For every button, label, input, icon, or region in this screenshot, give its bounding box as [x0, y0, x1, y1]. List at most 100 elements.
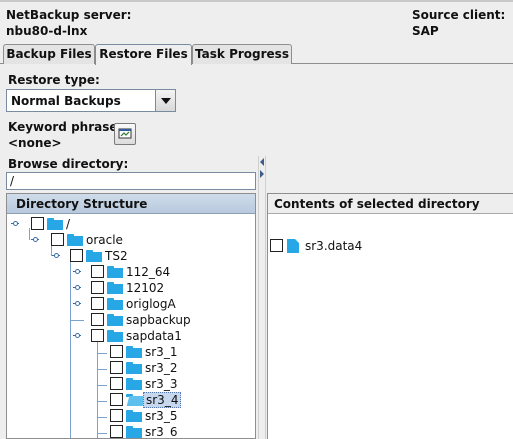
tree-node-root[interactable]: /	[11, 216, 131, 232]
tree-node-label: sr3_6	[145, 425, 178, 439]
collapse-right-icon[interactable]	[260, 170, 264, 178]
tree-line	[97, 401, 107, 402]
folder-icon	[107, 266, 123, 278]
tree-handle-icon[interactable]	[73, 284, 81, 292]
list-item[interactable]: sr3.data4	[270, 238, 470, 254]
tree-node-sr3-3[interactable]: sr3_3	[110, 376, 250, 392]
tree-node-label: /	[66, 217, 71, 231]
directory-contents-header: Contents of selected directory	[268, 194, 513, 214]
checkbox[interactable]	[91, 297, 104, 310]
folder-icon	[47, 218, 63, 230]
tree-line	[70, 260, 71, 438]
tree-node-label-selected: sr3_4	[143, 392, 182, 408]
directory-contents-panel: Contents of selected directory sr3.data4	[267, 193, 513, 439]
tree-node-label: sapdata1	[126, 329, 182, 343]
tree-node-origloga[interactable]: origlogA	[73, 296, 233, 312]
tree-handle-icon[interactable]	[31, 236, 39, 244]
tree-line	[97, 369, 107, 370]
tree-handle-icon[interactable]	[73, 300, 81, 308]
open-folder-icon	[126, 394, 142, 406]
keyword-label: Keyword phrase:	[8, 120, 123, 134]
file-name: sr3.data4	[305, 239, 363, 253]
checkbox[interactable]	[110, 377, 123, 390]
checkbox[interactable]	[91, 313, 104, 326]
tree-node-label: oracle	[86, 233, 123, 247]
tree-line	[97, 340, 98, 438]
directory-tree-panel: Directory Structure / oracle TS2 112_64	[6, 193, 256, 439]
pane-splitter[interactable]	[258, 156, 266, 439]
keyword-edit-icon	[118, 128, 132, 139]
chevron-down-icon[interactable]	[155, 90, 175, 111]
tree-node-sr3-6[interactable]: sr3_6	[110, 424, 250, 439]
tree-node-label: sr3_2	[145, 361, 178, 375]
checkbox[interactable]	[31, 217, 44, 230]
tree-node-sr3-1[interactable]: sr3_1	[110, 344, 250, 360]
restore-type-label: Restore type:	[8, 73, 100, 87]
restore-type-value: Normal Backups	[11, 94, 121, 108]
client-value: SAP	[412, 24, 439, 38]
tree-node-oracle[interactable]: oracle	[31, 232, 171, 248]
checkbox[interactable]	[110, 425, 123, 438]
keyword-value: <none>	[8, 136, 62, 150]
checkbox[interactable]	[110, 409, 123, 422]
checkbox[interactable]	[91, 265, 104, 278]
folder-icon	[126, 346, 142, 358]
folder-icon	[107, 282, 123, 294]
tree-node-12102[interactable]: 12102	[73, 280, 233, 296]
tree-node-sapbackup[interactable]: sapbackup	[73, 312, 233, 328]
browse-path-input[interactable]: /	[6, 172, 256, 190]
tree-line	[97, 417, 107, 418]
checkbox[interactable]	[110, 345, 123, 358]
folder-icon	[126, 410, 142, 422]
checkbox[interactable]	[91, 329, 104, 342]
browse-label: Browse directory:	[8, 157, 129, 171]
tab-restore-files[interactable]: Restore Files	[95, 44, 192, 65]
tab-backup-files[interactable]: Backup Files	[3, 44, 95, 64]
file-icon	[287, 239, 299, 253]
tree-node-label: origlogA	[126, 297, 176, 311]
folder-icon	[107, 314, 123, 326]
checkbox[interactable]	[51, 233, 64, 246]
tree-node-sr3-2[interactable]: sr3_2	[110, 360, 250, 376]
tree-line	[97, 385, 107, 386]
tree-node-label: sr3_3	[145, 377, 178, 391]
tree-node-112-64[interactable]: 112_64	[73, 264, 233, 280]
tree-node-sapdata1[interactable]: sapdata1	[73, 328, 233, 344]
checkbox[interactable]	[91, 281, 104, 294]
checkbox[interactable]	[110, 361, 123, 374]
checkbox[interactable]	[110, 393, 123, 406]
folder-icon	[107, 298, 123, 310]
tree-node-label: 12102	[126, 281, 165, 295]
checkbox[interactable]	[70, 249, 83, 262]
folder-icon	[67, 234, 83, 246]
folder-icon	[126, 378, 142, 390]
tree-node-label: sr3_1	[145, 345, 178, 359]
tree-node-label: TS2	[105, 249, 128, 263]
tree-handle-icon[interactable]	[11, 220, 19, 228]
folder-icon	[86, 250, 102, 262]
keyword-edit-button[interactable]	[114, 123, 136, 145]
tab-bar: Backup Files Restore Files Task Progress	[0, 44, 513, 65]
directory-tree-header: Directory Structure	[7, 194, 255, 214]
restore-type-select[interactable]: Normal Backups	[6, 89, 176, 112]
folder-icon	[126, 426, 142, 438]
client-label: Source client:	[412, 8, 506, 22]
checkbox[interactable]	[270, 239, 283, 252]
tree-handle-icon[interactable]	[73, 332, 81, 340]
tree-node-label: sr3_5	[145, 409, 178, 423]
server-label: NetBackup server:	[6, 8, 132, 22]
tree-node-label: 112_64	[126, 265, 171, 279]
tree-node-sr3-5[interactable]: sr3_5	[110, 408, 250, 424]
tree-node-ts2[interactable]: TS2	[52, 248, 192, 264]
folder-icon	[107, 330, 123, 342]
tree-handle-icon[interactable]	[73, 268, 81, 276]
folder-icon	[126, 362, 142, 374]
tree-handle-icon[interactable]	[52, 252, 60, 260]
server-value: nbu80-d-lnx	[6, 24, 88, 38]
tree-line	[97, 433, 107, 434]
tree-node-sr3-4[interactable]: sr3_4	[110, 392, 250, 408]
tree-line	[97, 353, 107, 354]
tree-node-label: sapbackup	[126, 313, 191, 327]
collapse-left-icon[interactable]	[260, 158, 264, 166]
tab-task-progress[interactable]: Task Progress	[192, 44, 292, 64]
